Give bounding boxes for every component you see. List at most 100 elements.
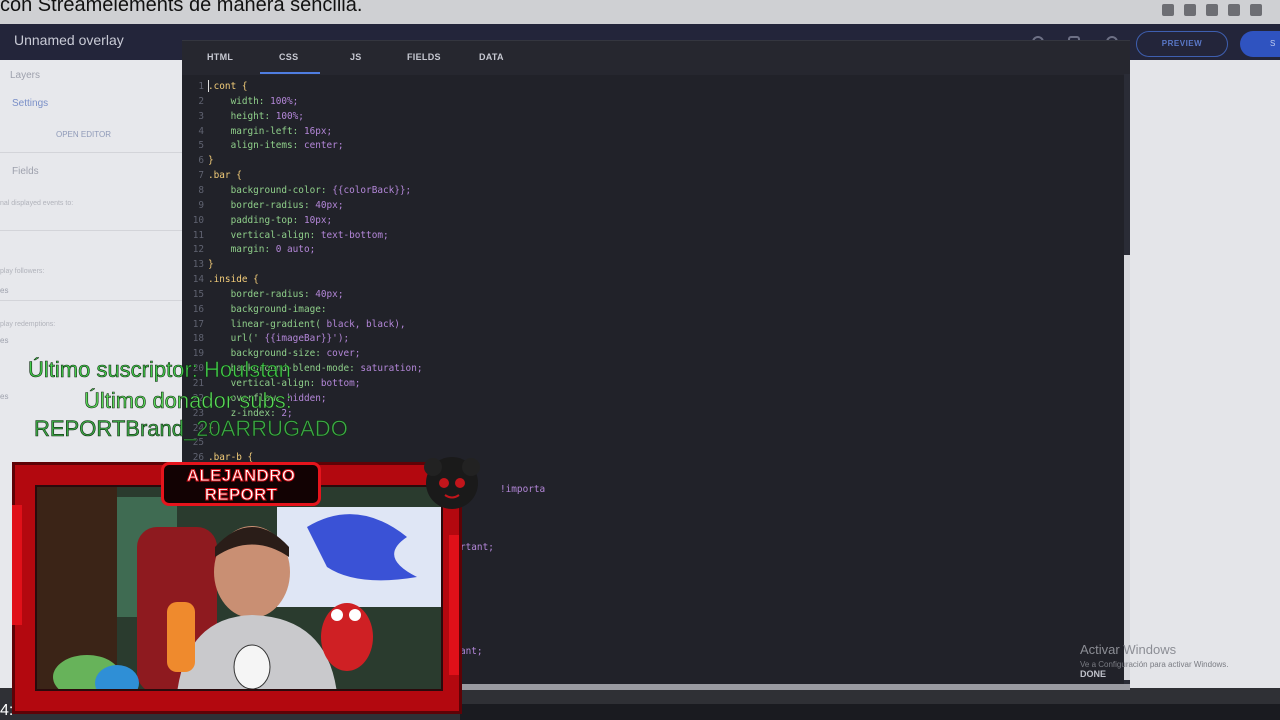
frame-decoration — [449, 535, 459, 675]
streamer-name-line2: REPORT — [204, 485, 278, 505]
tab-data[interactable]: DATA — [479, 52, 504, 62]
line-number: 15 — [192, 288, 204, 300]
code-line[interactable]: 9 border-radius: 40px; — [182, 198, 343, 213]
code-line[interactable]: 4 margin-left: 16px; — [182, 124, 332, 139]
line-number: 18 — [192, 333, 204, 345]
overlay-title[interactable]: Unnamed overlay — [14, 32, 124, 48]
canvas-area — [1130, 60, 1280, 720]
code-text: margin: 0 auto; — [208, 244, 316, 256]
code-text: border-radius: 40px; — [208, 288, 344, 300]
field-hint: nal displayed events to: — [0, 200, 74, 207]
code-text: .bar { — [208, 170, 242, 182]
divider — [0, 230, 182, 231]
last-donor-name: REPORTBrand_20ARRUGADO — [34, 416, 348, 442]
field-hint: play followers: — [0, 268, 45, 275]
editor-tabs: HTML CSS JS FIELDS DATA — [182, 41, 1130, 75]
field-value[interactable]: es — [0, 286, 8, 295]
line-number: 13 — [192, 259, 204, 271]
code-line[interactable]: 18 url(' {{imageBar}}'); — [182, 331, 349, 346]
last-subscriber-text: Último suscriptor: Houlstan — [28, 357, 291, 383]
code-line[interactable]: 3 height: 100%; — [182, 109, 304, 124]
last-donor-label: Último donador subs: — [84, 388, 292, 414]
save-button[interactable]: S — [1240, 31, 1280, 57]
code-text: width: 100%; — [208, 95, 299, 107]
code-line[interactable]: 5 align-items: center; — [182, 138, 343, 153]
fields-section-label: Fields — [12, 166, 39, 177]
extension-icon[interactable] — [1184, 4, 1196, 16]
frame-decoration — [12, 505, 22, 625]
code-line[interactable]: 7 .bar { — [182, 168, 242, 183]
divider — [0, 300, 182, 301]
code-line[interactable]: 2 width: 100%; — [182, 94, 298, 109]
star-icon[interactable] — [1162, 4, 1174, 16]
line-number: 17 — [192, 318, 204, 330]
code-text: align-items: center; — [208, 140, 344, 152]
code-text: } — [208, 259, 214, 271]
text-cursor — [208, 80, 209, 92]
browser-toolbar — [1162, 4, 1262, 16]
code-line[interactable]: 15 border-radius: 40px; — [182, 287, 344, 302]
streamer-name-line1: ALEJANDRO — [186, 466, 296, 486]
extension-icon[interactable] — [1206, 4, 1218, 16]
line-number: 10 — [192, 214, 204, 226]
horizontal-scrollbar[interactable] — [460, 684, 1130, 690]
preview-button[interactable]: PREVIEW — [1136, 31, 1228, 57]
code-fragment: !importa — [500, 484, 546, 495]
code-line[interactable]: 12 margin: 0 auto; — [182, 242, 316, 257]
line-number: 8 — [198, 184, 204, 196]
windows-activation-title: Activar Windows — [1080, 642, 1177, 657]
done-button[interactable]: DONE — [1080, 669, 1106, 679]
webcam-video — [35, 485, 443, 691]
code-text: margin-left: 16px; — [208, 125, 333, 137]
code-text: } — [208, 155, 214, 167]
code-line[interactable]: 13} — [182, 257, 214, 272]
screen: con Streamelements de manera sencilla. U… — [0, 0, 1280, 720]
puzzle-icon[interactable] — [1228, 4, 1240, 16]
field-hint: play redemptions: — [0, 321, 56, 328]
settings-tab[interactable]: Settings — [12, 98, 48, 109]
line-number: 4 — [198, 125, 204, 137]
code-line[interactable]: 10 padding-top: 10px; — [182, 213, 332, 228]
code-text: vertical-align: text-bottom; — [208, 229, 389, 241]
menu-icon[interactable] — [1250, 4, 1262, 16]
code-text: url(' {{imageBar}}'); — [208, 333, 350, 345]
taskbar-icons — [460, 704, 1280, 720]
line-number: 3 — [198, 110, 204, 122]
line-number: 9 — [198, 199, 204, 211]
streamer-name-badge: ALEJANDRO REPORT — [161, 462, 321, 506]
line-number: 7 — [198, 170, 204, 182]
tab-css[interactable]: CSS — [279, 52, 298, 62]
code-line[interactable]: 1 .cont { — [182, 79, 248, 94]
video-title: con Streamelements de manera sencilla. — [0, 0, 363, 16]
code-text: .cont { — [208, 81, 248, 92]
line-number: 6 — [198, 155, 204, 167]
code-line[interactable]: 8 background-color: {{colorBack}}; — [182, 183, 411, 198]
code-text: .inside { — [208, 274, 259, 286]
code-line[interactable]: 11 vertical-align: text-bottom; — [182, 228, 389, 243]
tab-js[interactable]: JS — [350, 52, 362, 62]
layers-tab[interactable]: Layers — [10, 70, 40, 81]
code-line[interactable]: 14 .inside { — [182, 272, 259, 287]
line-number: 12 — [192, 244, 204, 256]
field-value[interactable]: es — [0, 336, 8, 345]
line-number: 11 — [192, 229, 204, 241]
code-line[interactable]: 17 linear-gradient( black, black), — [182, 317, 406, 332]
code-line[interactable]: 16 background-image: — [182, 302, 332, 317]
tab-html[interactable]: HTML — [207, 52, 233, 62]
webcam-image — [37, 487, 441, 689]
line-number: 1 — [198, 81, 204, 92]
scrollbar-thumb[interactable] — [1124, 255, 1130, 680]
field-value[interactable]: es — [0, 392, 8, 401]
code-text: linear-gradient( black, black), — [208, 318, 406, 330]
code-text: background-color: {{colorBack}}; — [208, 184, 412, 196]
divider — [0, 152, 182, 153]
code-fragment: ant; — [460, 646, 483, 657]
line-number: 16 — [192, 303, 204, 315]
tab-fields[interactable]: FIELDS — [407, 52, 441, 62]
code-text: padding-top: 10px; — [208, 214, 333, 226]
line-number: 2 — [198, 95, 204, 107]
code-line[interactable]: 6} — [182, 153, 214, 168]
code-text: height: 100%; — [208, 110, 304, 122]
open-editor-button[interactable]: OPEN EDITOR — [56, 130, 111, 139]
code-text: border-radius: 40px; — [208, 199, 344, 211]
